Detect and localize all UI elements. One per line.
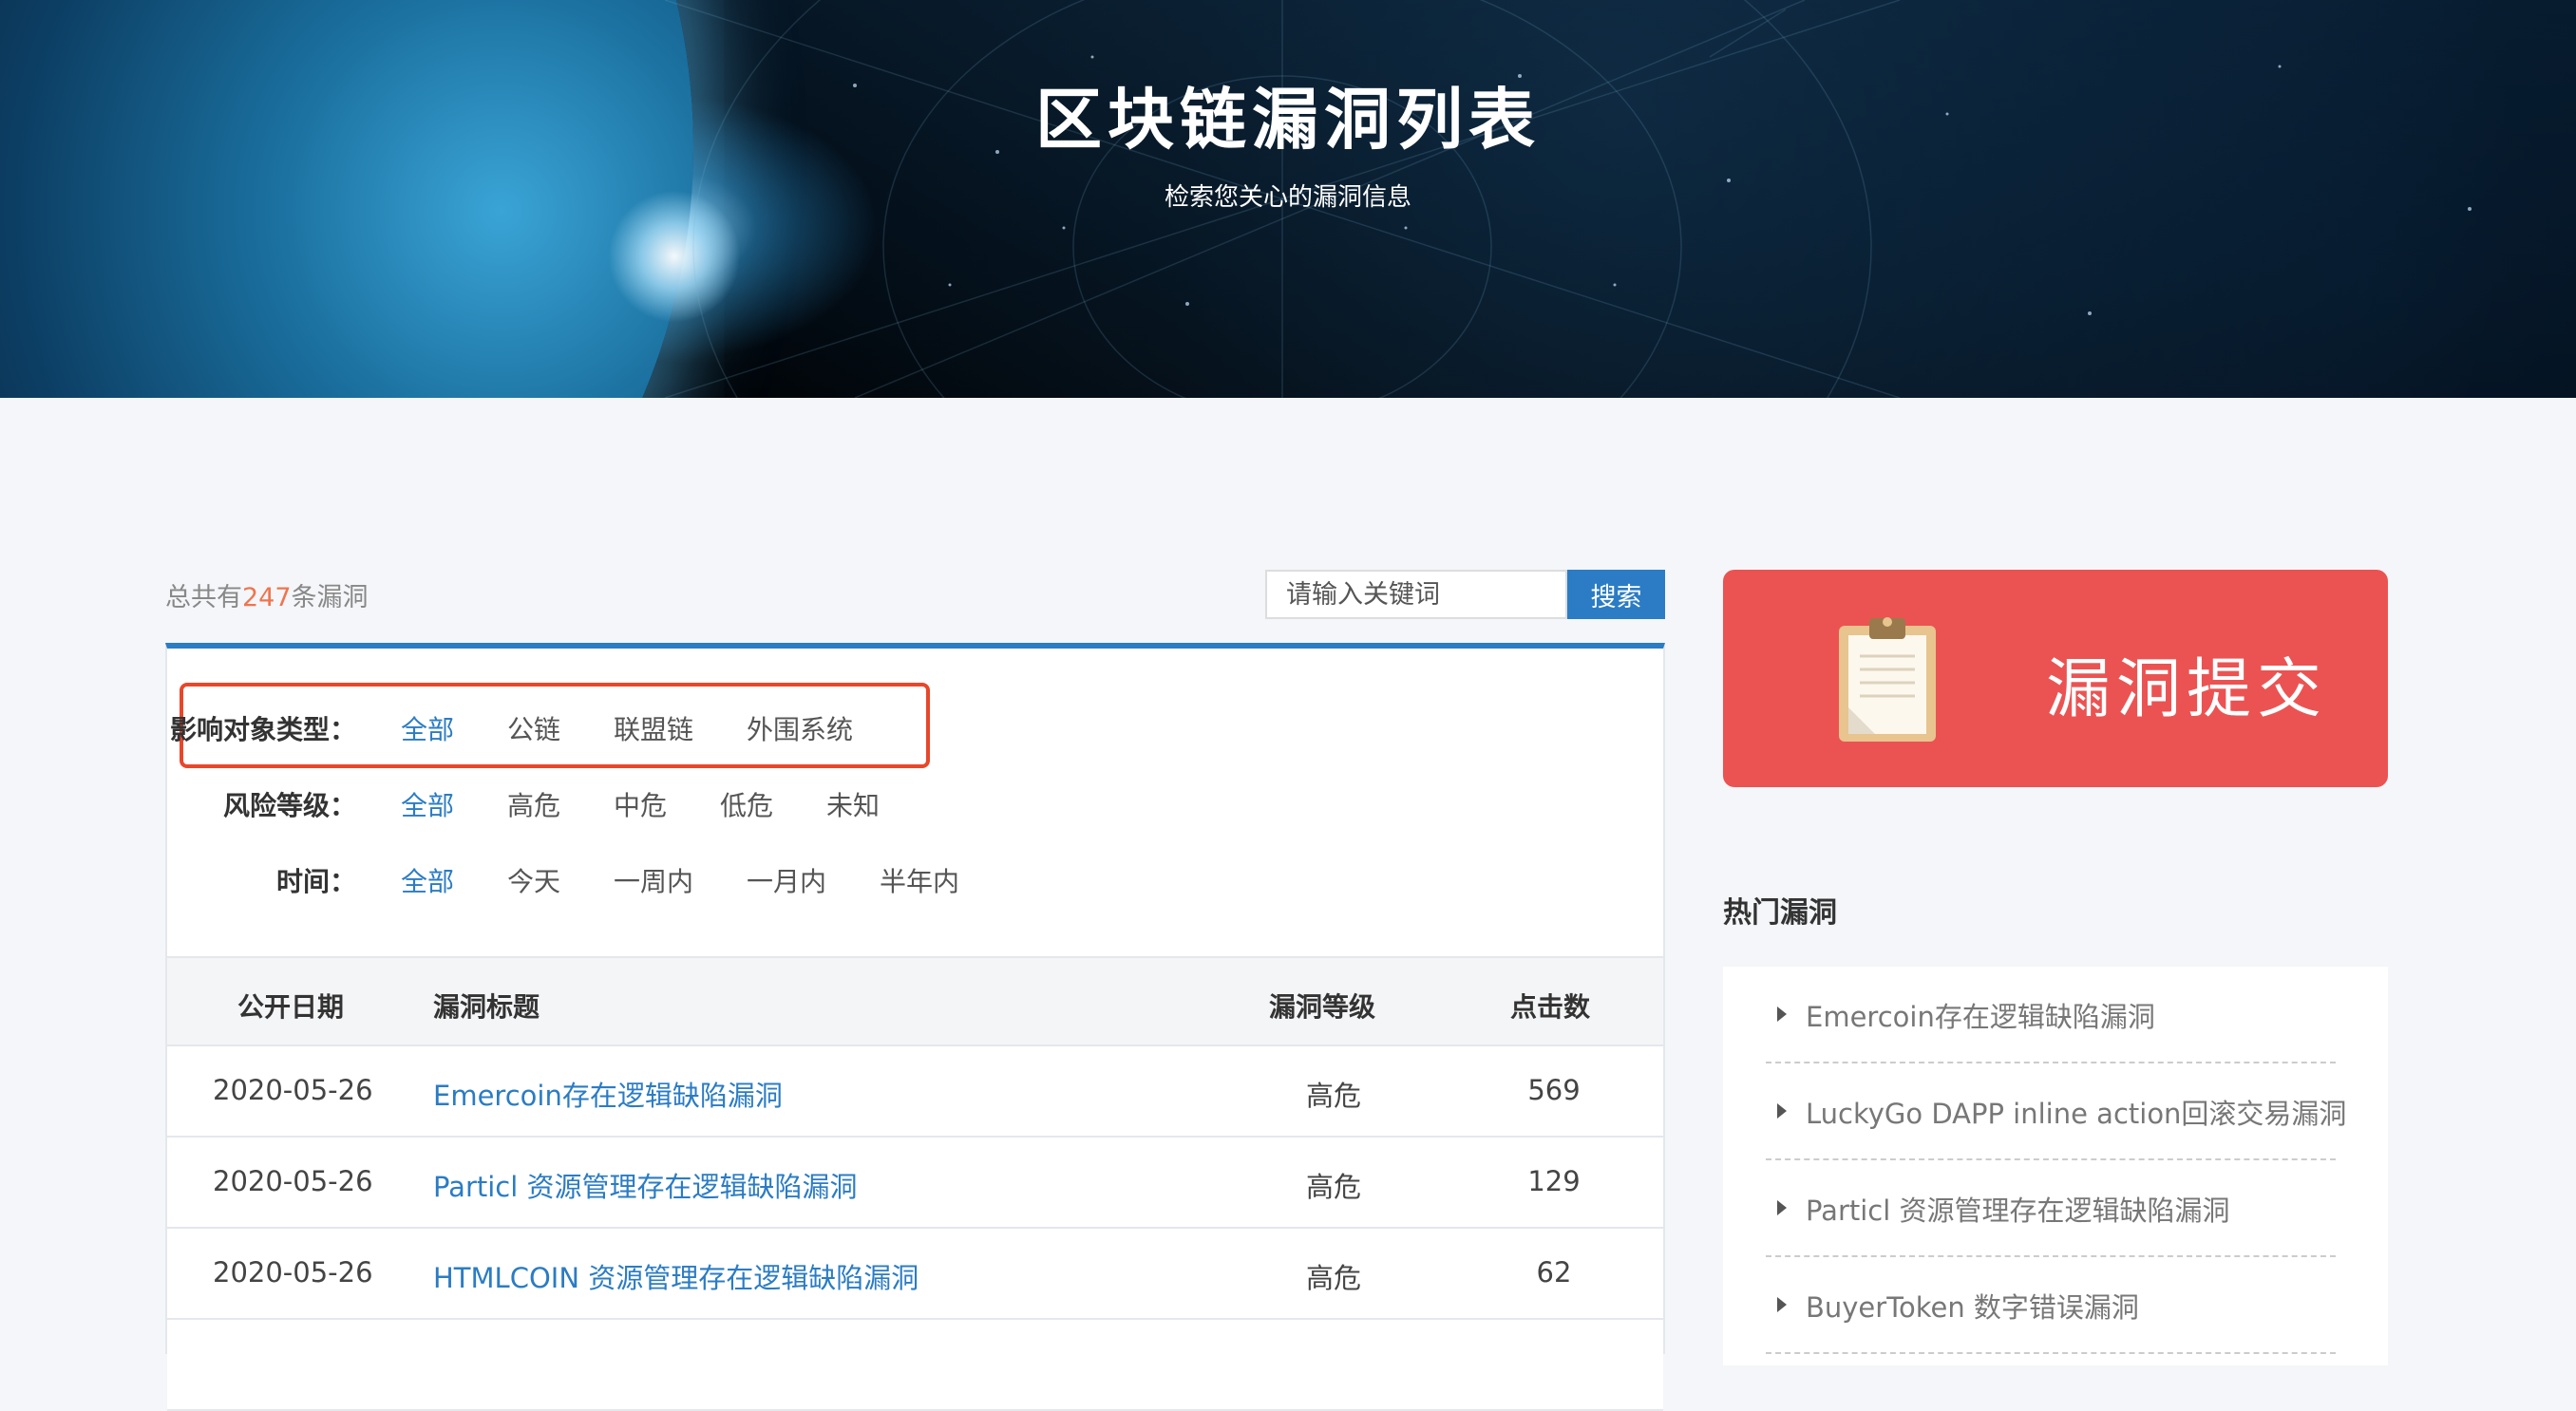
hot-item-label: BuyerToken 数字错误漏洞 [1806,1291,2139,1324]
filter-label-time: 时间： [275,866,356,897]
search-button[interactable]: 搜索 [1567,570,1665,619]
count-prefix: 总共有 [165,583,242,612]
count-suffix: 条漏洞 [291,583,369,612]
hot-list-item[interactable]: Emercoin存在逻辑缺陷漏洞 [1766,967,2336,1063]
table-row: 2020-05-26 Emercoin存在逻辑缺陷漏洞 高危 569 [167,1046,1663,1138]
hot-item-label: Emercoin存在逻辑缺陷漏洞 [1806,1001,2155,1033]
vulnerability-count: 总共有247条漏洞 [165,576,369,613]
table-header: 公开日期 漏洞标题 漏洞等级 点击数 [167,956,1663,1046]
filter-time: 时间： 全部 今天 一周内 一月内 半年内 [167,854,1663,901]
hot-vulnerabilities-list: Emercoin存在逻辑缺陷漏洞 LuckyGo DAPP inline act… [1723,967,2388,1365]
filter-option-all[interactable]: 全部 [401,785,454,823]
filter-option-all[interactable]: 全部 [401,709,454,747]
filter-label-risk-level: 风险等级： [222,790,356,821]
hot-list-item[interactable]: BuyerToken 数字错误漏洞 [1766,1257,2336,1354]
filter-label-target-type: 影响对象类型： [169,714,356,745]
filter-option-half-year[interactable]: 半年内 [880,861,959,899]
count-number: 247 [242,583,292,612]
submit-vulnerability-button[interactable]: 漏洞提交 [1723,570,2388,787]
column-header-clicks: 点击数 [1510,991,1591,1023]
filter-option-all[interactable]: 全部 [401,861,454,899]
caret-right-icon [1777,1200,1787,1215]
submit-label: 漏洞提交 [2046,652,2328,727]
table-row [167,1320,1663,1411]
filter-option-medium[interactable]: 中危 [614,785,667,823]
search-input[interactable] [1265,570,1567,619]
filter-option-public-chain[interactable]: 公链 [507,709,560,747]
row-date: 2020-05-26 [213,1256,373,1289]
page-subtitle: 检索您关心的漏洞信息 [1164,183,1411,212]
row-clicks: 569 [1527,1074,1581,1106]
hero-banner: 区块链漏洞列表 检索您关心的漏洞信息 [0,0,2576,398]
page-title: 区块链漏洞列表 [1035,81,1541,159]
column-header-title: 漏洞标题 [433,991,540,1023]
hot-list-item[interactable]: Particl 资源管理存在逻辑缺陷漏洞 [1766,1160,2336,1257]
hot-item-label: Particl 资源管理存在逻辑缺陷漏洞 [1806,1195,2230,1227]
caret-right-icon [1777,1297,1787,1312]
caret-right-icon [1777,1103,1787,1119]
filter-risk-level: 风险等级： 全部 高危 中危 低危 未知 [167,778,1663,825]
row-level: 高危 [1305,1080,1361,1112]
row-clicks: 62 [1536,1256,1572,1289]
filter-option-peripheral-system[interactable]: 外围系统 [747,709,853,747]
filter-option-unknown[interactable]: 未知 [826,785,880,823]
table-row: 2020-05-26 HTMLCOIN 资源管理存在逻辑缺陷漏洞 高危 62 [167,1229,1663,1320]
filter-option-month[interactable]: 一月内 [747,861,826,899]
table-row: 2020-05-26 Particl 资源管理存在逻辑缺陷漏洞 高危 129 [167,1138,1663,1229]
row-level: 高危 [1305,1171,1361,1203]
row-title-link[interactable]: Particl 资源管理存在逻辑缺陷漏洞 [433,1165,858,1205]
row-date: 2020-05-26 [213,1074,373,1106]
column-header-level: 漏洞等级 [1269,991,1376,1023]
row-date: 2020-05-26 [213,1165,373,1197]
caret-right-icon [1777,1007,1787,1022]
row-title-link[interactable]: HTMLCOIN 资源管理存在逻辑缺陷漏洞 [433,1256,919,1296]
filter-option-high[interactable]: 高危 [507,785,560,823]
row-clicks: 129 [1527,1165,1581,1197]
filter-option-week[interactable]: 一周内 [614,861,693,899]
filter-option-low[interactable]: 低危 [720,785,773,823]
row-level: 高危 [1305,1262,1361,1294]
hot-item-label: LuckyGo DAPP inline action回滚交易漏洞 [1806,1098,2347,1130]
filter-option-consortium-chain[interactable]: 联盟链 [614,709,693,747]
row-title-link[interactable]: Emercoin存在逻辑缺陷漏洞 [433,1074,783,1114]
column-header-date: 公开日期 [237,991,345,1023]
hot-list-item[interactable]: LuckyGo DAPP inline action回滚交易漏洞 [1766,1063,2346,1160]
vulnerability-panel: 影响对象类型： 全部 公链 联盟链 外围系统 风险等级： 全部 高危 中危 低危… [165,643,1665,1411]
hot-vulnerabilities-title: 热门漏洞 [1723,896,1837,930]
filter-option-today[interactable]: 今天 [507,861,560,899]
filter-target-type: 影响对象类型： 全部 公链 联盟链 外围系统 [167,702,1663,749]
clipboard-icon [1839,617,1936,742]
